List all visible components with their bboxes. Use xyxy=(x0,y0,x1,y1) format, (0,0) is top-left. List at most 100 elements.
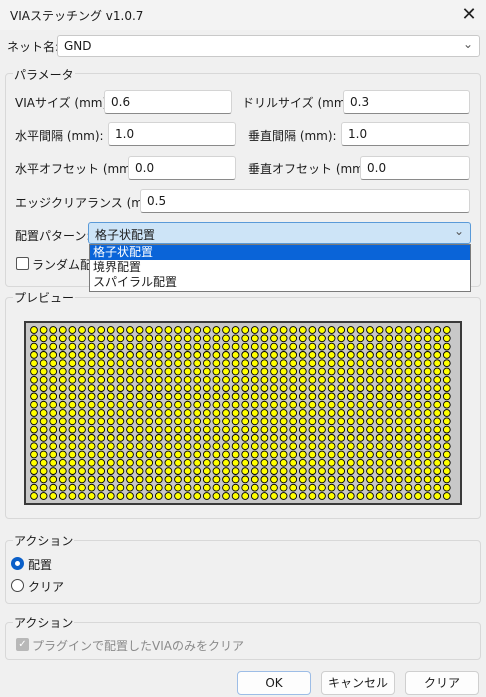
via-dot xyxy=(260,475,269,484)
via-dot xyxy=(154,475,163,484)
h-offset-input[interactable]: 0.0 xyxy=(128,156,236,180)
via-dot xyxy=(154,483,163,492)
via-dot xyxy=(385,458,394,467)
via-dot xyxy=(126,450,134,459)
via-dot xyxy=(385,351,394,359)
clear-radio[interactable] xyxy=(11,579,24,592)
only-plugin-checkbox[interactable]: ✓ xyxy=(16,638,29,651)
via-dot xyxy=(97,417,106,426)
via-dot xyxy=(279,425,288,434)
pattern-option-boundary[interactable]: 境界配置 xyxy=(90,260,470,275)
via-dot xyxy=(356,400,365,409)
via-dot xyxy=(375,442,384,451)
via-dot xyxy=(250,475,259,484)
via-dot xyxy=(30,367,38,376)
via-dot xyxy=(327,458,336,467)
via-dot xyxy=(270,442,278,451)
via-dot xyxy=(356,334,365,343)
via-dot xyxy=(231,434,240,442)
via-dot xyxy=(260,434,269,442)
clearance-input[interactable]: 0.5 xyxy=(140,189,470,213)
via-dot xyxy=(183,492,192,500)
via-dot xyxy=(174,434,182,442)
via-dot xyxy=(308,326,317,334)
via-dot xyxy=(394,375,403,384)
via-dot xyxy=(356,326,365,334)
ok-button[interactable]: OK xyxy=(237,671,311,695)
via-dot xyxy=(308,342,317,351)
via-dot xyxy=(87,367,96,376)
via-dot xyxy=(97,450,106,459)
via-dot xyxy=(183,458,192,467)
via-dot xyxy=(423,392,432,401)
close-icon[interactable]: ✕ xyxy=(452,2,486,28)
via-dot xyxy=(106,442,115,451)
via-dot xyxy=(87,458,96,467)
via-dot xyxy=(308,359,317,368)
via-dot xyxy=(327,351,336,359)
via-dot xyxy=(241,326,250,334)
pattern-option-grid[interactable]: 格子状配置 xyxy=(90,245,470,260)
h-spacing-input[interactable]: 1.0 xyxy=(108,122,236,146)
via-dot xyxy=(260,467,269,475)
v-offset-input[interactable]: 0.0 xyxy=(360,156,470,180)
via-dot xyxy=(164,334,173,343)
pattern-option-spiral[interactable]: スパイラル配置 xyxy=(90,275,470,290)
via-dot xyxy=(145,351,154,359)
via-dot xyxy=(250,417,259,426)
via-dot xyxy=(366,492,374,500)
via-dot xyxy=(433,425,442,434)
drill-size-input[interactable]: 0.3 xyxy=(343,90,470,114)
via-dot xyxy=(327,359,336,368)
via-dot xyxy=(423,367,432,376)
via-dot xyxy=(78,434,86,442)
via-dot xyxy=(270,367,278,376)
chevron-down-icon: ⌄ xyxy=(462,37,473,51)
via-dot xyxy=(394,442,403,451)
random-checkbox[interactable] xyxy=(16,257,29,270)
via-dot xyxy=(106,417,115,426)
via-dot xyxy=(202,392,211,401)
via-dot xyxy=(145,475,154,484)
via-dot xyxy=(202,409,211,417)
clear-button[interactable]: クリア xyxy=(405,671,479,695)
via-dot xyxy=(49,342,58,351)
via-dot xyxy=(193,425,202,434)
via-dot xyxy=(39,425,48,434)
via-dot xyxy=(241,359,250,368)
pattern-dropdown[interactable]: 格子状配置 ⌄ xyxy=(88,222,471,244)
via-dot xyxy=(385,475,394,484)
via-dot xyxy=(394,367,403,376)
via-dot xyxy=(375,425,384,434)
via-dot xyxy=(87,434,96,442)
via-dot xyxy=(116,351,125,359)
via-dot xyxy=(106,467,115,475)
via-dot xyxy=(298,326,307,334)
via-dot xyxy=(385,434,394,442)
via-dot xyxy=(337,442,346,451)
via-dot xyxy=(394,326,403,334)
via-size-input[interactable]: 0.6 xyxy=(104,90,232,114)
cancel-button[interactable]: キャンセル xyxy=(321,671,395,695)
v-spacing-input[interactable]: 1.0 xyxy=(341,122,470,146)
net-name-label: ネット名: xyxy=(7,40,60,54)
via-dot xyxy=(68,367,77,376)
via-dot xyxy=(126,442,134,451)
place-radio[interactable] xyxy=(11,557,24,570)
via-dot xyxy=(30,492,38,500)
via-dot xyxy=(375,392,384,401)
via-dot xyxy=(116,375,125,384)
via-dot xyxy=(346,367,355,376)
via-dot xyxy=(154,492,163,500)
via-dot xyxy=(241,475,250,484)
via-dot xyxy=(231,475,240,484)
via-dot xyxy=(318,450,326,459)
via-dot xyxy=(174,417,182,426)
via-dot xyxy=(222,392,230,401)
via-dot xyxy=(318,458,326,467)
via-dot xyxy=(193,334,202,343)
net-name-dropdown[interactable]: GND ⌄ xyxy=(57,35,480,57)
via-dot xyxy=(356,442,365,451)
via-dot xyxy=(222,334,230,343)
via-dot xyxy=(126,342,134,351)
